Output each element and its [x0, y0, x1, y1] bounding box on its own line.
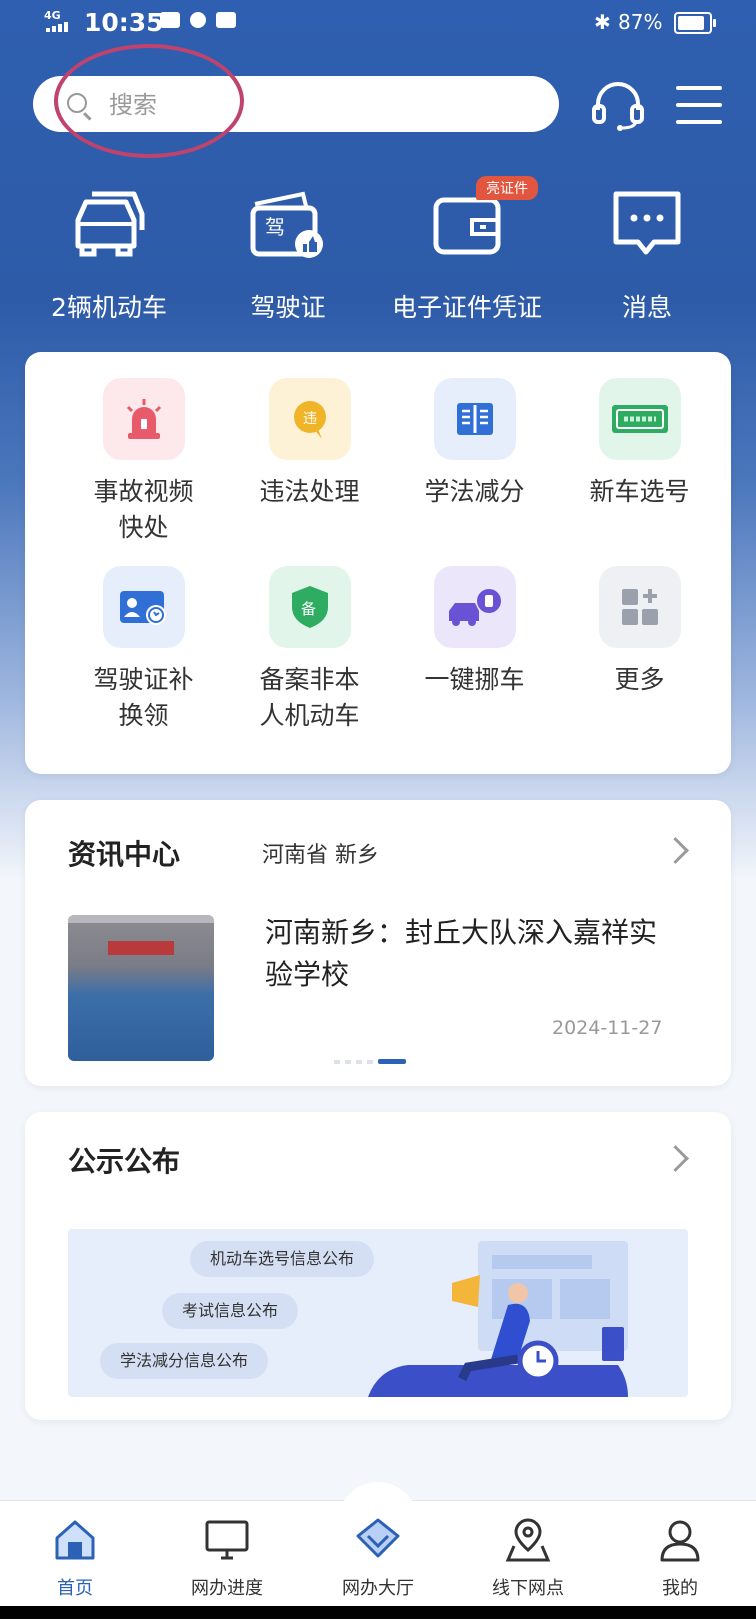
service-new-plate[interactable]: 新车选号 [557, 378, 722, 510]
news-thumbnail[interactable] [68, 915, 214, 1061]
tab-label: 首页 [57, 1578, 93, 1599]
quick-link-badge: 亮证件 [476, 176, 538, 200]
news-date: 2024-11-27 [552, 1017, 663, 1039]
carousel-indicator [334, 1059, 406, 1064]
service-label: 驾驶证补 换领 [61, 662, 226, 734]
svg-text:备: 备 [301, 600, 316, 618]
service-label-line: 快处 [118, 513, 169, 542]
service-accident-video[interactable]: 事故视频 快处 [61, 378, 226, 546]
news-headline[interactable]: 河南新乡：封丘大队深入嘉祥实验学校 [265, 912, 675, 996]
hall-icon [356, 1518, 400, 1558]
book-icon [433, 378, 516, 460]
service-label: 违法处理 [259, 477, 360, 506]
quick-link-label: 电子证件凭证 [391, 293, 542, 322]
service-label: 一键挪车 [424, 665, 525, 694]
tab-label: 网办进度 [191, 1578, 263, 1599]
service-label-line: 换领 [118, 701, 169, 730]
home-icon [55, 1520, 95, 1560]
user-icon [660, 1520, 700, 1562]
car-icon [75, 191, 145, 257]
service-label: 事故视频 快处 [61, 474, 226, 546]
message-icon [613, 191, 681, 255]
id-card-icon [102, 566, 185, 648]
svg-text:违: 违 [303, 411, 317, 427]
service-more[interactable]: 更多 [557, 566, 722, 698]
service-label-line: 人机动车 [259, 701, 360, 730]
notice-pill[interactable]: 机动车选号信息公布 [190, 1241, 375, 1277]
monitor-icon [205, 1520, 249, 1560]
service-license-renewal[interactable]: 驾驶证补 换领 [61, 566, 226, 734]
shield-icon: 备 [268, 566, 351, 648]
more-apps-icon [598, 566, 681, 648]
services-card: 事故视频快处 违 违法处理 学法减分 新车选号 驾驶证补换领 备 备案非本人机动… [25, 352, 731, 774]
tab-offline-points[interactable]: 线下网点 [463, 1516, 593, 1600]
location-icon [505, 1518, 551, 1562]
plate-icon [598, 378, 681, 460]
quick-link-messages[interactable]: 消息 [557, 180, 737, 324]
menu-icon[interactable] [676, 86, 722, 126]
bluetooth-icon: ✱ [594, 10, 611, 34]
system-navigation-bar [0, 1606, 756, 1619]
app-notification-icon [190, 12, 206, 28]
service-label: 更多 [614, 665, 665, 694]
service-label-line: 备案非本 [259, 665, 360, 694]
notice-section-title: 公示公布 [68, 1145, 181, 1178]
quick-link-label: 消息 [621, 293, 672, 322]
service-violation[interactable]: 违 违法处理 [227, 378, 392, 510]
play-icon [216, 12, 236, 28]
move-car-icon [433, 566, 516, 648]
news-section-title: 资讯中心 [68, 838, 181, 871]
quick-link-label: 驾驶证 [250, 293, 326, 322]
service-move-car[interactable]: 一键挪车 [392, 566, 557, 698]
status-bar: 4G 10:35 ✱ 87% [0, 0, 756, 46]
svg-text:驾: 驾 [265, 215, 285, 239]
signal-icon [46, 22, 68, 32]
notice-pill[interactable]: 学法减分信息公布 [100, 1343, 269, 1379]
siren-icon [102, 378, 185, 460]
service-label: 新车选号 [589, 477, 690, 506]
tab-label: 我的 [662, 1578, 698, 1599]
annotation-circle [54, 44, 244, 158]
quick-link-vehicles[interactable]: 2辆机动车 [19, 180, 199, 324]
battery-icon [674, 12, 716, 34]
quick-link-e-certificate[interactable]: 电子证件凭证 [377, 180, 557, 324]
service-label-line: 事故视频 [93, 477, 194, 506]
quick-link-label: 2辆机动车 [51, 293, 167, 322]
tab-progress[interactable]: 网办进度 [162, 1516, 292, 1600]
service-label-line: 驾驶证补 [93, 665, 194, 694]
tab-label: 网办大厅 [342, 1578, 414, 1599]
notice-banner[interactable]: 机动车选号信息公布 考试信息公布 学法减分信息公布 [68, 1229, 688, 1397]
license-icon: 驾 [250, 191, 323, 258]
quick-link-license[interactable]: 驾 驾驶证 [198, 180, 378, 324]
network-indicator: 4G [44, 9, 61, 22]
service-label: 学法减分 [424, 477, 525, 506]
tab-hall[interactable]: 网办大厅 [313, 1516, 443, 1600]
tab-home[interactable]: 首页 [10, 1516, 140, 1600]
service-label: 备案非本 人机动车 [227, 662, 392, 734]
news-location[interactable]: 河南省 新乡 [262, 837, 379, 869]
battery-percent: 87% [618, 10, 663, 34]
violation-icon: 违 [268, 378, 351, 460]
customer-service-icon[interactable] [590, 78, 646, 132]
tab-mine[interactable]: 我的 [615, 1516, 745, 1600]
video-icon [160, 12, 180, 28]
notice-pill[interactable]: 考试信息公布 [162, 1293, 299, 1329]
service-register-vehicle[interactable]: 备 备案非本人机动车 [227, 566, 392, 734]
tab-label: 线下网点 [492, 1578, 564, 1599]
notice-illustration [368, 1241, 628, 1397]
notification-icons [160, 12, 236, 28]
status-time: 10:35 [84, 8, 164, 37]
service-study-points[interactable]: 学法减分 [392, 378, 557, 510]
